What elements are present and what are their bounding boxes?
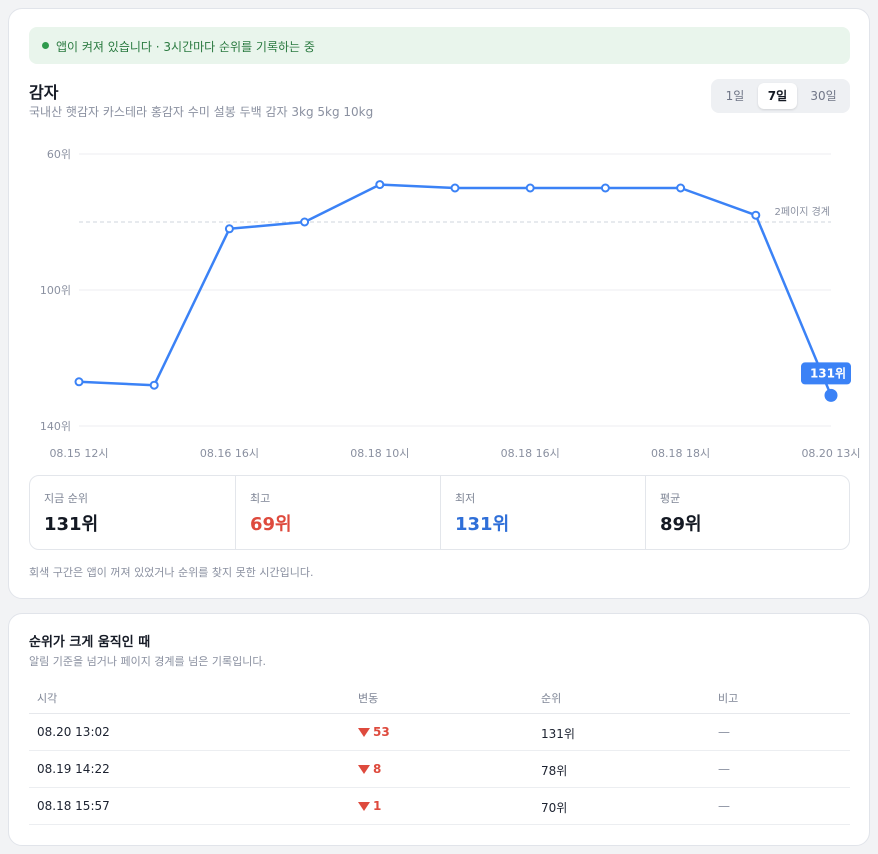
status-dot-icon — [42, 42, 49, 49]
current-rank-badge-label: 131위 — [810, 366, 846, 380]
stat-label: 평균 — [660, 492, 681, 505]
row-rank: 131위 — [541, 727, 575, 741]
rank-chart-card: 앱이 켜져 있습니다 · 3시간마다 순위를 기록하는 중 감자 국내산 햇감자… — [8, 8, 870, 599]
stat-label: 지금 순위 — [44, 492, 88, 505]
row-note: — — [718, 762, 730, 776]
stat-value: 89위 — [660, 514, 702, 535]
data-point — [224, 224, 234, 234]
col-time: 시각 — [37, 692, 58, 705]
x-tick-label: 08.15 12시 — [49, 447, 108, 460]
range-tab-30d[interactable]: 30일 — [801, 83, 846, 109]
data-point — [300, 217, 310, 227]
stat-value: 69위 — [250, 514, 292, 535]
data-point — [600, 183, 610, 193]
col-delta: 변동 — [358, 692, 379, 705]
down-triangle-icon — [358, 802, 370, 811]
stat-label: 최고 — [250, 492, 271, 505]
data-point — [149, 380, 159, 390]
table-row: 08.19 14:22 8 78위 — — [29, 751, 850, 788]
row-delta: 53 — [358, 725, 390, 739]
row-rank: 78위 — [541, 764, 568, 778]
chart-note: 회색 구간은 앱이 꺼져 있었거나 순위를 찾지 못한 시간입니다. — [29, 566, 314, 579]
row-time: 08.20 13:02 — [37, 725, 110, 739]
table-row: 08.18 15:57 1 70위 — — [29, 788, 850, 825]
data-point — [74, 377, 84, 387]
stat-worst: 최저 131위 — [440, 476, 645, 549]
row-delta-value: 1 — [373, 799, 382, 813]
row-delta: 1 — [358, 799, 381, 813]
range-tab-7d[interactable]: 7일 — [758, 83, 797, 109]
col-rank: 순위 — [541, 692, 562, 705]
x-tick-label: 08.18 18시 — [651, 447, 710, 460]
row-delta-value: 8 — [373, 762, 382, 776]
row-rank: 70위 — [541, 801, 568, 815]
product-title: 감자 — [29, 83, 59, 102]
stat-average: 평균 89위 — [645, 476, 850, 549]
stat-current: 지금 순위 131위 — [30, 476, 235, 549]
range-tab-1d[interactable]: 1일 — [715, 83, 755, 109]
y-tick-label: 100위 — [40, 284, 71, 297]
moves-table-header: 시각 변동 순위 비고 — [29, 684, 850, 714]
data-point — [375, 180, 385, 190]
down-triangle-icon — [358, 728, 370, 737]
data-point — [450, 183, 460, 193]
x-tick-label: 08.18 10시 — [350, 447, 409, 460]
col-note: 비고 — [718, 692, 739, 705]
rank-stats: 지금 순위 131위 최고 69위 최저 131위 평균 89위 — [29, 475, 850, 550]
current-point — [824, 388, 838, 402]
range-selector: 1일 7일 30일 — [711, 79, 850, 113]
row-note: — — [718, 799, 730, 813]
app-status-banner: 앱이 켜져 있습니다 · 3시간마다 순위를 기록하는 중 — [29, 27, 850, 64]
data-point — [525, 183, 535, 193]
rank-moves-card: 순위가 크게 움직인 때 알림 기준을 넘거나 페이지 경계를 넘은 기록입니다… — [8, 613, 870, 846]
x-tick-label: 08.18 16시 — [501, 447, 560, 460]
row-time: 08.19 14:22 — [37, 762, 110, 776]
rank-line-chart: 60위 100위 140위 2페이지 경계 08.15 12시 08.16 16시 08.1… — [40, 148, 861, 460]
stat-label: 최저 — [455, 492, 476, 505]
moves-title: 순위가 크게 움직인 때 — [29, 635, 151, 650]
x-tick-label: 08.16 16시 — [200, 447, 259, 460]
stat-best: 최고 69위 — [235, 476, 440, 549]
y-tick-label: 60위 — [47, 148, 71, 161]
row-note: — — [718, 725, 730, 739]
x-tick-label: 08.20 13시 — [801, 447, 860, 460]
row-time: 08.18 15:57 — [37, 799, 110, 813]
down-triangle-icon — [358, 765, 370, 774]
y-tick-label: 140위 — [40, 420, 71, 433]
moves-subtitle: 알림 기준을 넘거나 페이지 경계를 넘은 기록입니다. — [29, 655, 266, 668]
row-delta-value: 53 — [373, 725, 390, 739]
status-text: 앱이 켜져 있습니다 · 3시간마다 순위를 기록하는 중 — [56, 40, 315, 54]
data-point — [751, 210, 761, 220]
product-subtitle: 국내산 햇감자 카스테라 홍감자 수미 설봉 두백 감자 3kg 5kg 10k… — [29, 105, 374, 119]
data-point — [676, 183, 686, 193]
stat-value: 131위 — [44, 514, 99, 535]
row-delta: 8 — [358, 762, 381, 776]
table-row: 08.20 13:02 53 131위 — — [29, 714, 850, 751]
stat-value: 131위 — [455, 514, 510, 535]
page-boundary-label: 2페이지 경계 — [774, 205, 830, 218]
